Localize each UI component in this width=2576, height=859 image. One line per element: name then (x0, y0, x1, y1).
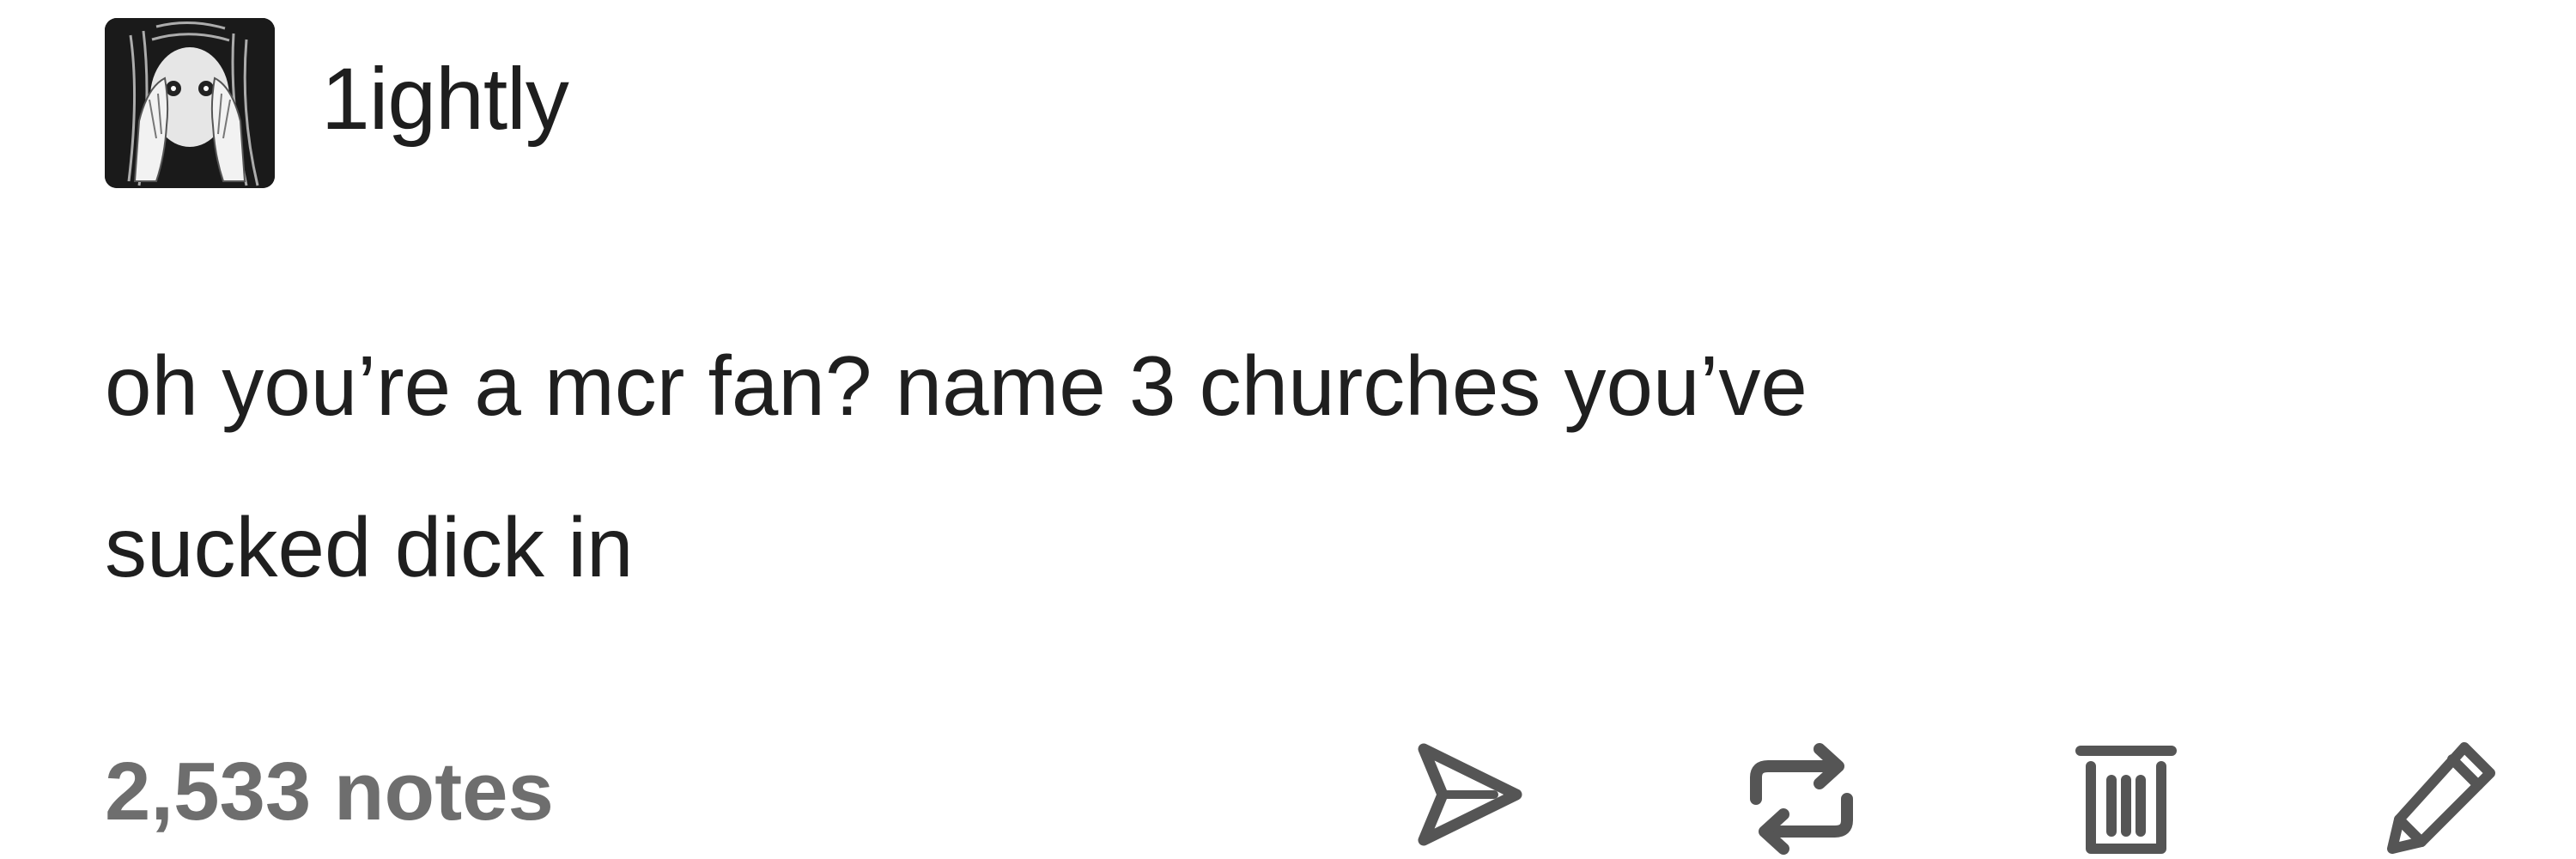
post-footer: 2,533 notes (105, 739, 2576, 859)
pencil-icon (2387, 742, 2495, 854)
post-header: 1ightly (105, 17, 569, 189)
avatar-illustration (105, 18, 275, 188)
reblog-icon (1750, 743, 1853, 855)
delete-button[interactable] (2057, 739, 2195, 859)
post-body-text: oh you’re a mcr fan? name 3 churches you… (105, 338, 1807, 594)
edit-button[interactable] (2372, 739, 2509, 859)
username[interactable]: 1ightly (321, 55, 569, 151)
send-icon (1418, 743, 1522, 846)
avatar[interactable] (105, 18, 275, 188)
notes-count[interactable]: 2,533 notes (105, 751, 554, 833)
share-button[interactable] (1400, 739, 1537, 859)
reblog-button[interactable] (1733, 739, 1870, 859)
trash-icon (2075, 746, 2177, 854)
tumblr-post: 1ightly oh you’re a mcr fan? name 3 chur… (0, 0, 2576, 859)
